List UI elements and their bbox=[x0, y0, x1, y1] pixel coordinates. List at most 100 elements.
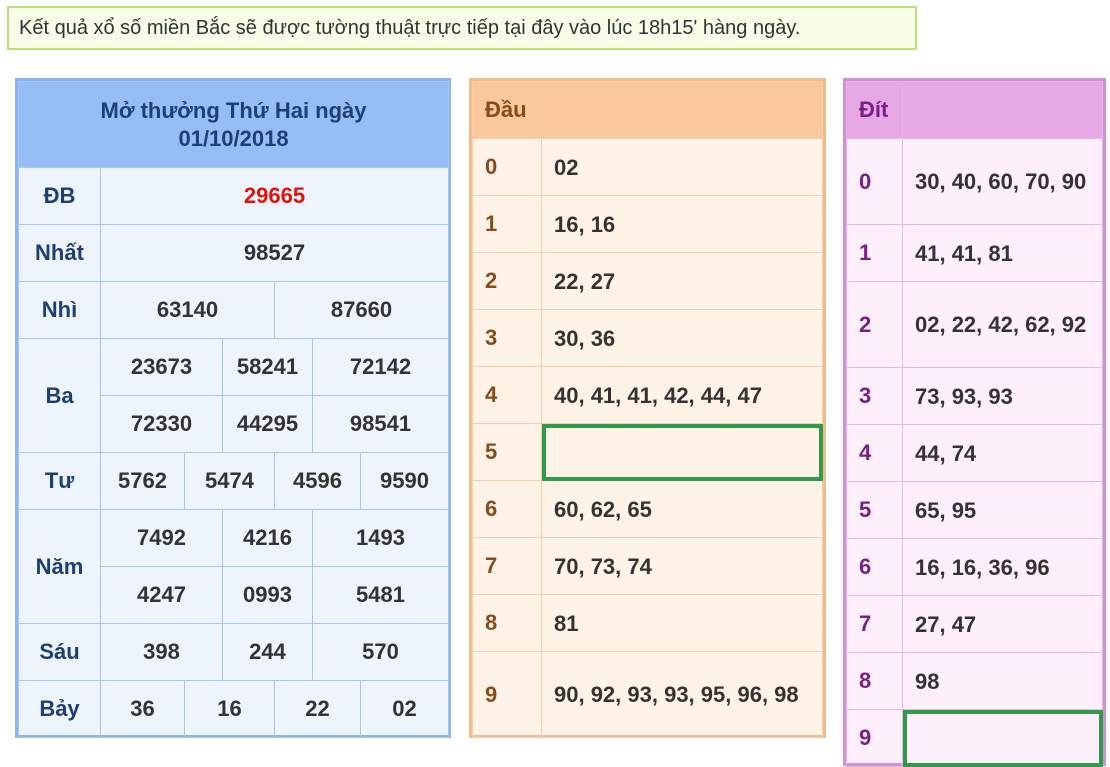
table-row: 1 41, 41, 81 bbox=[846, 224, 1103, 282]
dit-value: 27, 47 bbox=[902, 595, 1103, 653]
results-title-day: Mở thưởng Thứ Hai ngày bbox=[100, 97, 367, 123]
prize-label: Tư bbox=[18, 452, 101, 510]
table-row: 4 40, 41, 41, 42, 44, 47 bbox=[472, 366, 823, 424]
prize-label: Nhì bbox=[18, 281, 101, 339]
dau-key: 3 bbox=[472, 309, 542, 367]
prize-value: 0993 bbox=[222, 566, 313, 624]
dit-value: 41, 41, 81 bbox=[902, 224, 1103, 282]
dau-table: Đầu 0 02 1 16, 16 2 22, 27 3 30, 36 4 40… bbox=[469, 78, 826, 738]
prize-value: 23673 bbox=[100, 338, 223, 396]
dit-key: 8 bbox=[846, 652, 903, 710]
prize-label: ĐB bbox=[18, 167, 101, 225]
dau-key: 4 bbox=[472, 366, 542, 424]
table-row: 7 70, 73, 74 bbox=[472, 537, 823, 595]
prize-value: 72330 bbox=[100, 395, 223, 453]
results-title: Mở thưởng Thứ Hai ngày 01/10/2018 bbox=[17, 81, 450, 168]
prize-value: 398 bbox=[100, 623, 223, 681]
live-notice-banner: Kết quả xổ số miền Bắc sẽ được tường thu… bbox=[7, 6, 917, 50]
prize-row-db: ĐB 29665 bbox=[18, 167, 450, 225]
table-row: 2 22, 27 bbox=[472, 252, 823, 310]
dau-key: 6 bbox=[472, 480, 542, 538]
dit-key: 1 bbox=[846, 224, 903, 282]
dit-key: 9 bbox=[846, 709, 903, 767]
dau-value: 40, 41, 41, 42, 44, 47 bbox=[541, 366, 823, 424]
lottery-results-table: Mở thưởng Thứ Hai ngày 01/10/2018 ĐB 296… bbox=[15, 78, 451, 738]
prize-value: 570 bbox=[311, 623, 450, 681]
dit-header: Đít bbox=[846, 81, 903, 139]
dau-key: 5 bbox=[472, 423, 542, 481]
table-row: 0 02 bbox=[472, 138, 823, 196]
prize-value: 1493 bbox=[311, 509, 450, 567]
prize-value: 9590 bbox=[359, 452, 450, 510]
prize-label: Bảy bbox=[18, 680, 101, 738]
dit-key: 2 bbox=[846, 281, 903, 368]
table-row: 7 27, 47 bbox=[846, 595, 1103, 653]
prize-label: Sáu bbox=[18, 623, 101, 681]
table-row: 9 bbox=[846, 709, 1103, 767]
prize-value: 22 bbox=[274, 680, 361, 738]
table-row: 1 16, 16 bbox=[472, 195, 823, 253]
prize-row-ba: Ba 23673 58241 72142 bbox=[18, 338, 450, 453]
table-row: 4 44, 74 bbox=[846, 424, 1103, 482]
prize-row-nhi: Nhì 63140 87660 bbox=[18, 281, 450, 339]
dit-value-empty bbox=[902, 709, 1103, 767]
prize-value: 58241 bbox=[222, 338, 313, 396]
dit-key: 5 bbox=[846, 481, 903, 539]
dau-value: 16, 16 bbox=[541, 195, 823, 253]
table-row: 2 02, 22, 42, 62, 92 bbox=[846, 281, 1103, 368]
prize-row-tu: Tư 5762 5474 4596 9590 bbox=[18, 452, 450, 510]
prize-label: Ba bbox=[18, 338, 101, 453]
special-prize-value: 29665 bbox=[99, 167, 450, 225]
dit-header-empty bbox=[902, 81, 1103, 139]
table-row: 5 bbox=[472, 423, 823, 481]
dau-key: 2 bbox=[472, 252, 542, 310]
dau-value: 90, 92, 93, 93, 95, 96, 98 bbox=[541, 651, 823, 738]
dit-value: 02, 22, 42, 62, 92 bbox=[902, 281, 1103, 368]
dau-key: 0 bbox=[472, 138, 542, 196]
dit-value: 65, 95 bbox=[902, 481, 1103, 539]
dit-key: 4 bbox=[846, 424, 903, 482]
dau-header-empty bbox=[541, 81, 823, 139]
dit-key: 7 bbox=[846, 595, 903, 653]
table-row: 5 65, 95 bbox=[846, 481, 1103, 539]
dit-table: Đít 0 30, 40, 60, 70, 90 1 41, 41, 81 2 … bbox=[843, 78, 1106, 767]
prize-row-nhat: Nhất 98527 bbox=[18, 224, 450, 282]
dau-value-empty bbox=[541, 423, 823, 481]
prize-value: 63140 bbox=[100, 281, 275, 339]
prize-row-sau: Sáu 398 244 570 bbox=[18, 623, 450, 681]
prize-value: 4216 bbox=[222, 509, 313, 567]
prize-value: 72142 bbox=[311, 338, 450, 396]
dau-header: Đầu bbox=[472, 81, 542, 139]
dit-value: 44, 74 bbox=[902, 424, 1103, 482]
prize-value: 7492 bbox=[100, 509, 223, 567]
table-row: 6 16, 16, 36, 96 bbox=[846, 538, 1103, 596]
prize-row-nam: Năm 7492 4216 1493 bbox=[18, 509, 450, 624]
dau-value: 60, 62, 65 bbox=[541, 480, 823, 538]
prize-value: 5762 bbox=[100, 452, 185, 510]
dau-key: 8 bbox=[472, 594, 542, 652]
table-row: 0 30, 40, 60, 70, 90 bbox=[846, 138, 1103, 225]
dit-value: 16, 16, 36, 96 bbox=[902, 538, 1103, 596]
prize-value: 5474 bbox=[184, 452, 275, 510]
dit-key: 3 bbox=[846, 367, 903, 425]
table-row: 3 73, 93, 93 bbox=[846, 367, 1103, 425]
prize-value: 36 bbox=[100, 680, 185, 738]
prize-value: 44295 bbox=[222, 395, 313, 453]
dau-value: 81 bbox=[541, 594, 823, 652]
prize-value: 87660 bbox=[273, 281, 450, 339]
dau-key: 9 bbox=[472, 651, 542, 738]
table-row: 8 81 bbox=[472, 594, 823, 652]
prize-value: 4247 bbox=[100, 566, 223, 624]
table-row: 9 90, 92, 93, 93, 95, 96, 98 bbox=[472, 651, 823, 738]
prize-label: Năm bbox=[18, 509, 101, 624]
prize-row-bay: Bảy 36 16 22 02 bbox=[18, 680, 450, 738]
dau-key: 1 bbox=[472, 195, 542, 253]
prize-value: 16 bbox=[184, 680, 275, 738]
dau-value: 22, 27 bbox=[541, 252, 823, 310]
prize-value: 98541 bbox=[311, 395, 450, 453]
prize-value: 98527 bbox=[99, 224, 450, 282]
results-title-date: 01/10/2018 bbox=[178, 125, 289, 151]
dau-value: 70, 73, 74 bbox=[541, 537, 823, 595]
dit-key: 0 bbox=[846, 138, 903, 225]
dit-value: 98 bbox=[902, 652, 1103, 710]
